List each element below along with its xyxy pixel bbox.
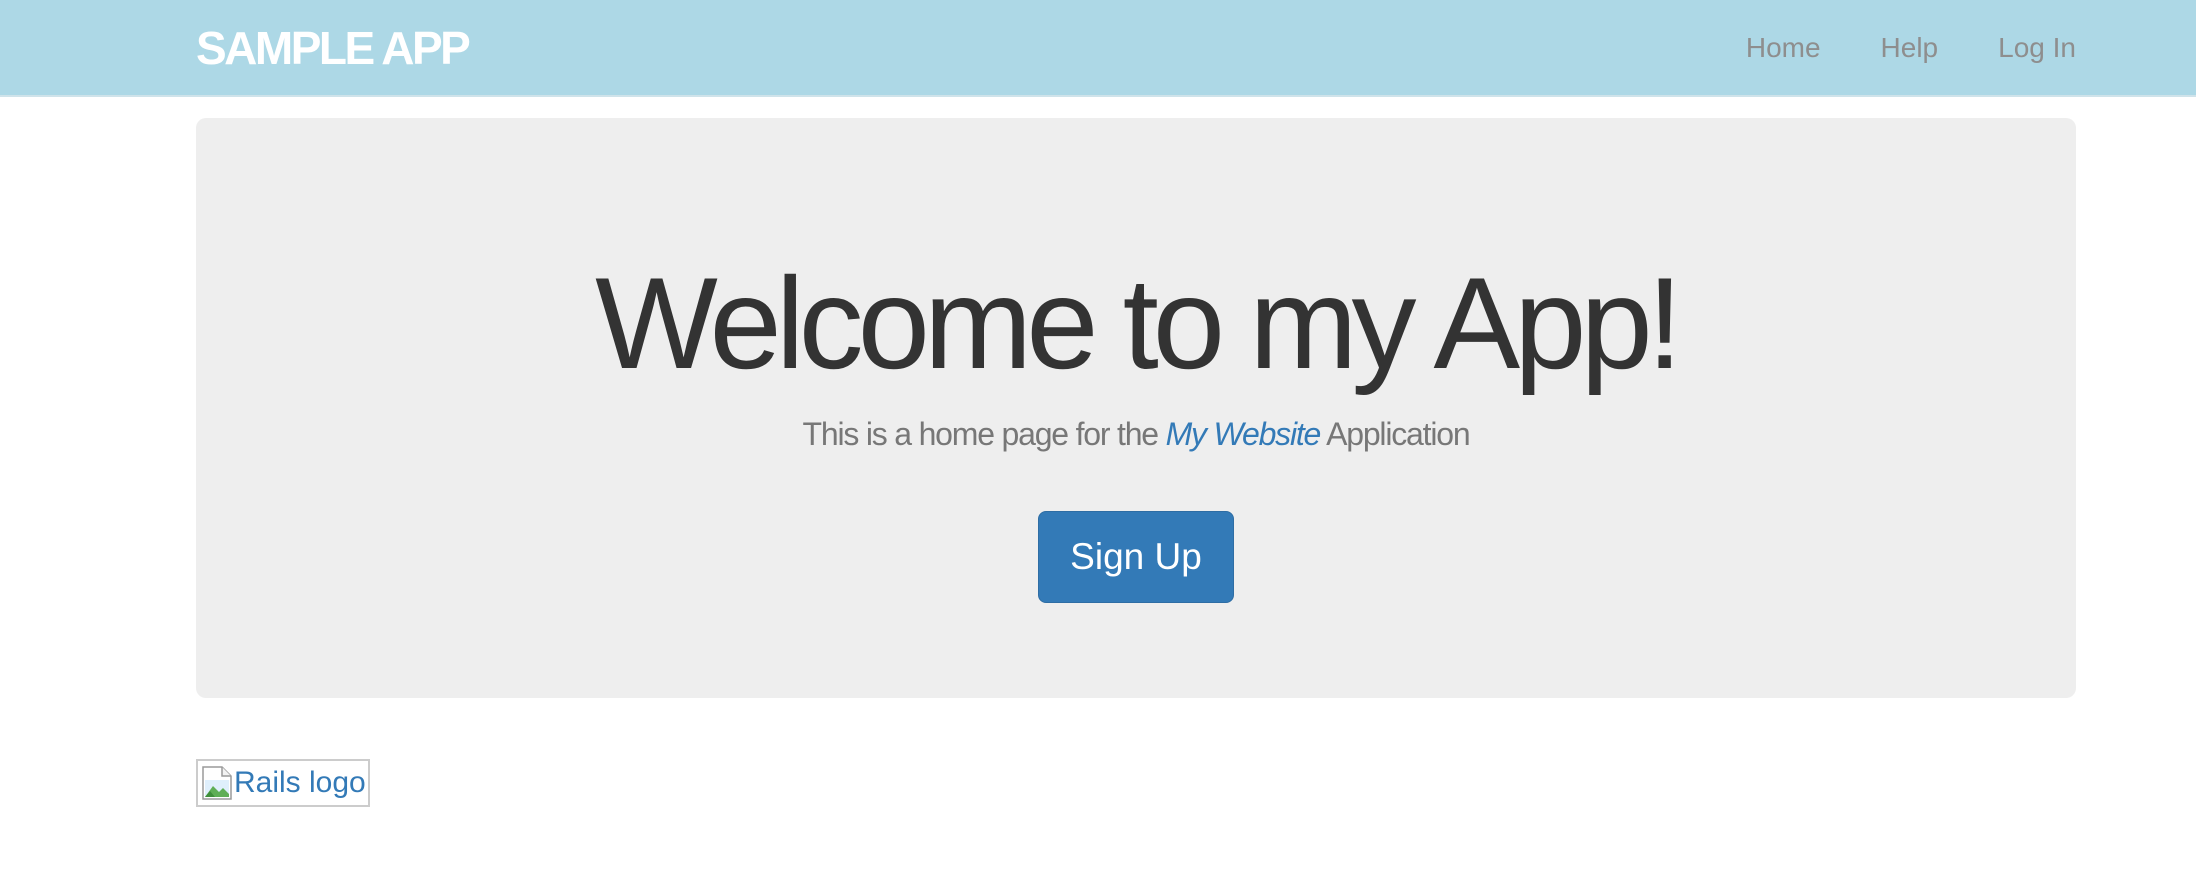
nav-home-link[interactable]: Home <box>1746 28 1821 68</box>
hero-title: Welcome to my App! <box>595 250 1683 396</box>
rails-logo-alt-text: Rails logo <box>234 766 366 799</box>
nav-login-link[interactable]: Log In <box>1998 28 2076 68</box>
hero-subtitle-prefix: This is a home page for the <box>802 416 1166 452</box>
hero-subtitle: This is a home page for the My Website A… <box>196 414 2076 454</box>
top-navbar: SAMPLE APP Home Help Log In <box>0 0 2196 97</box>
nav-help-link[interactable]: Help <box>1881 28 1939 68</box>
my-website-link[interactable]: My Website <box>1166 416 1322 452</box>
main-nav: Home Help Log In <box>1686 28 2076 68</box>
broken-image-icon <box>202 766 232 800</box>
brand-logo-link[interactable]: SAMPLE APP <box>196 20 471 76</box>
sign-up-button[interactable]: Sign Up <box>1038 511 1234 603</box>
rails-logo-link[interactable]: Rails logo <box>196 759 370 807</box>
hero-jumbotron: Welcome to my App! This is a home page f… <box>196 118 2076 698</box>
hero-subtitle-suffix: Application <box>1320 416 1471 452</box>
